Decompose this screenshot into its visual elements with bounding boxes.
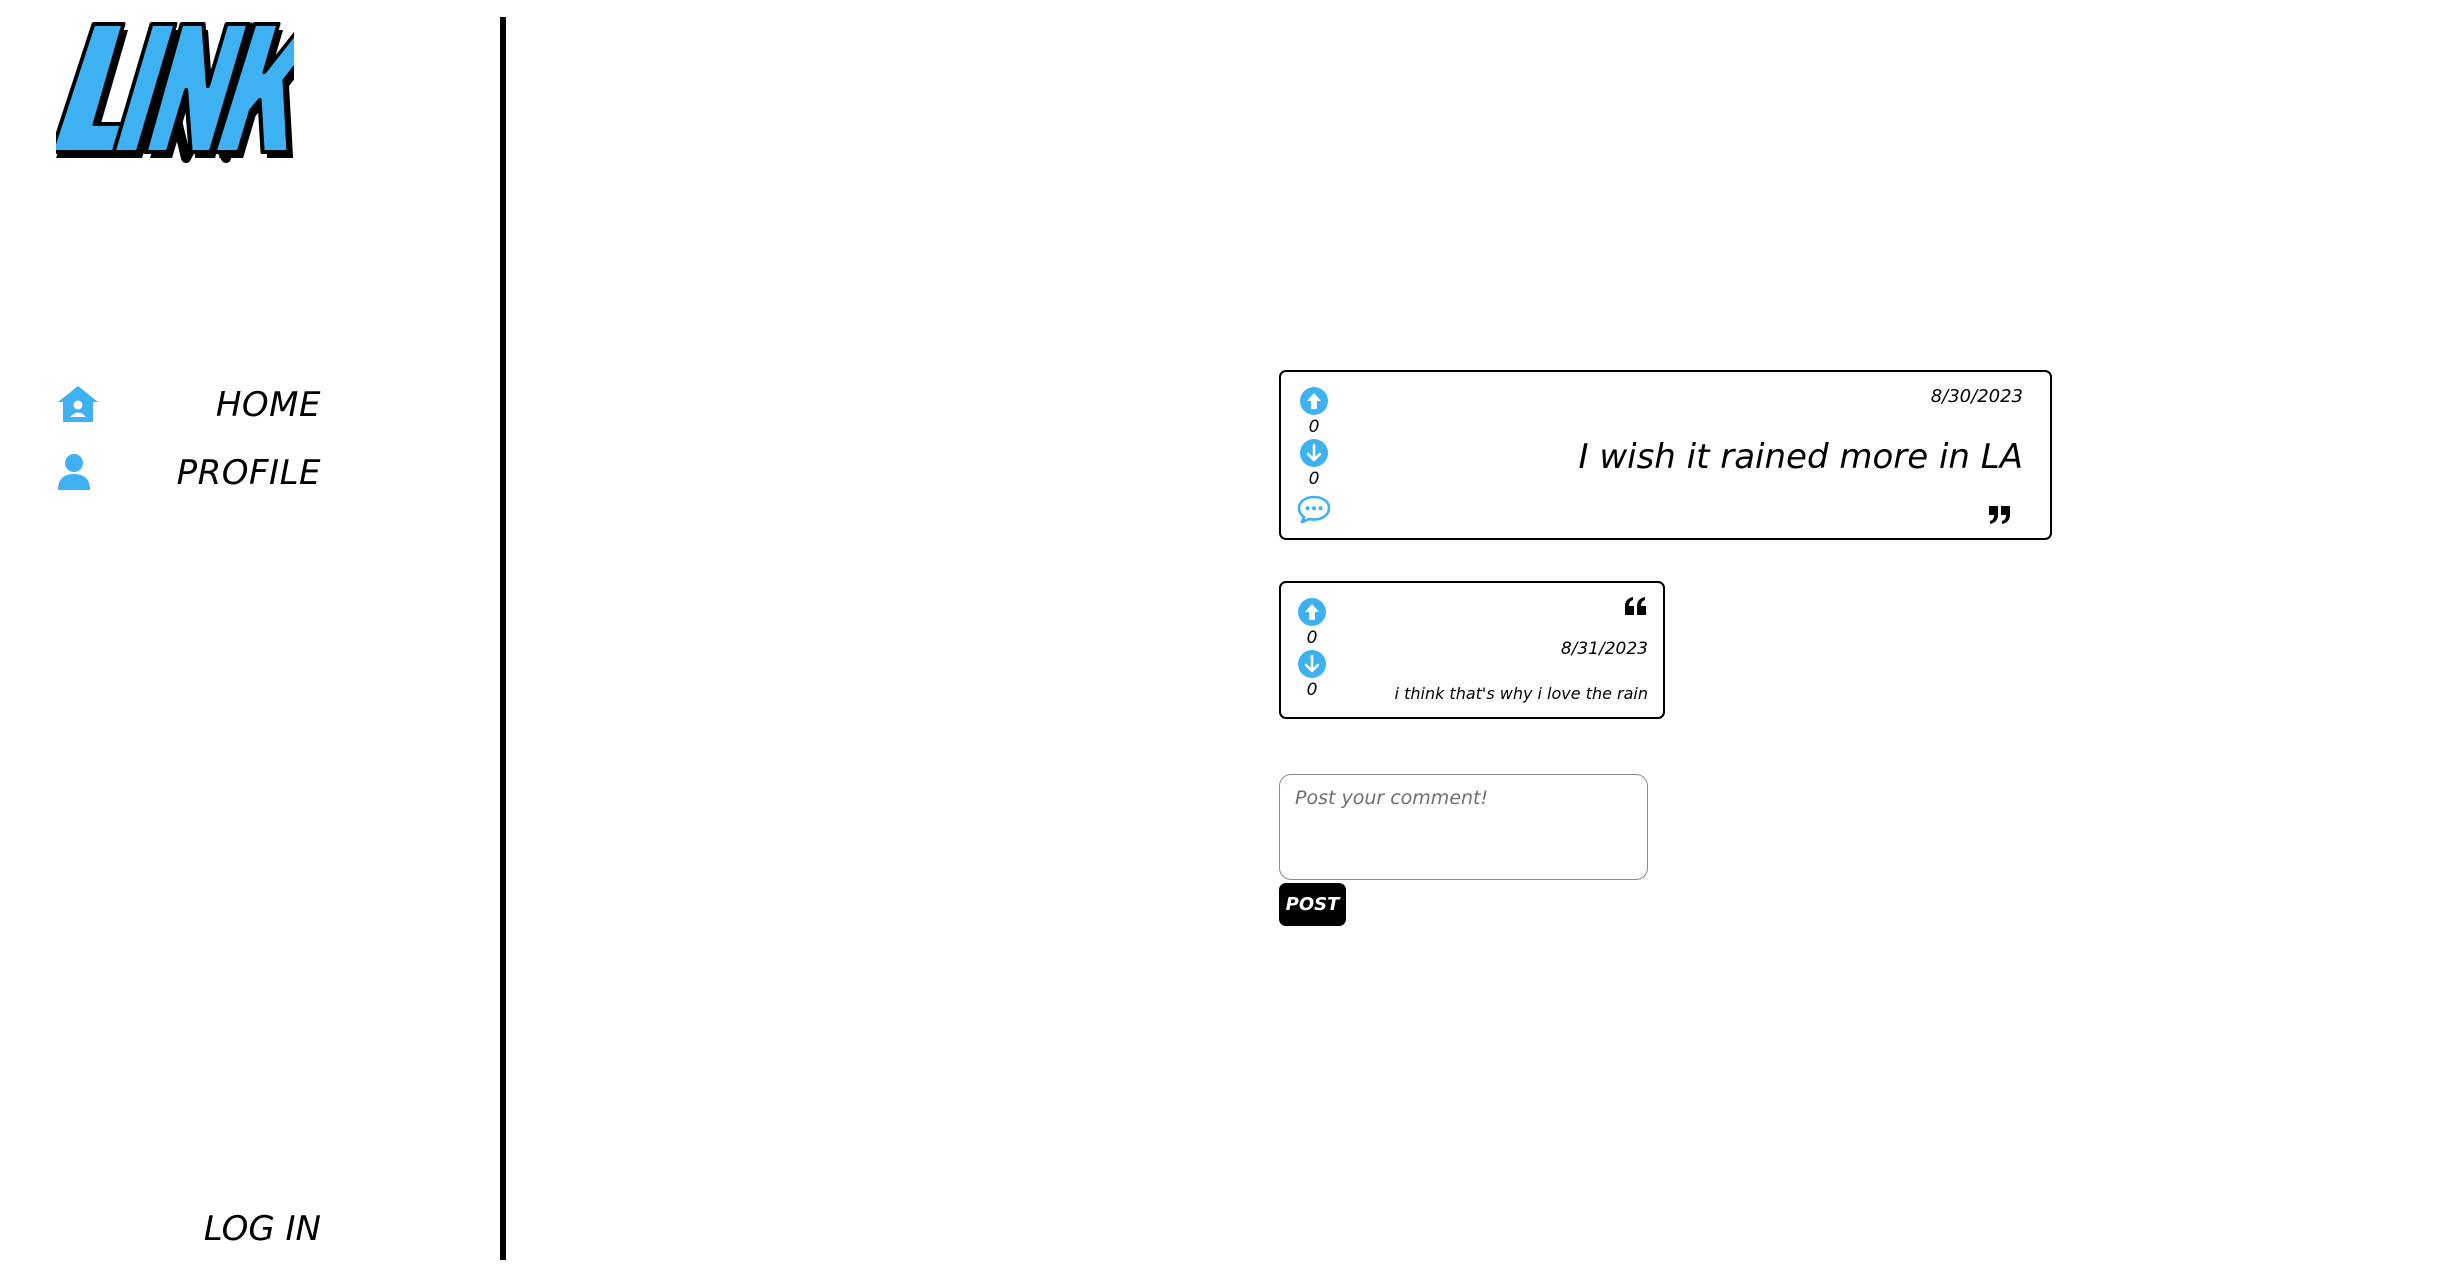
quote-open-icon xyxy=(1625,597,1646,615)
sidebar-item-label: PROFILE xyxy=(176,453,321,493)
reply-date: 8/31/2023 xyxy=(1560,639,1648,659)
upvote-count: 0 xyxy=(1308,417,1320,437)
reply-text: i think that's why i love the rain xyxy=(1394,684,1648,703)
post-card: 0 0 8/30/2023 I wish it rained more in L… xyxy=(1279,370,2052,540)
post-date: 8/30/2023 xyxy=(1930,386,2023,407)
vote-column: 0 0 xyxy=(1295,597,1329,701)
downvote-count: 0 xyxy=(1308,469,1320,489)
login-label: LOG IN xyxy=(203,1209,321,1249)
reply-card: 0 0 8/31/2023 i think that's why i love … xyxy=(1279,581,1665,719)
post-comment-button[interactable]: POST xyxy=(1279,883,1346,926)
user-icon xyxy=(58,454,90,490)
downvote-icon[interactable] xyxy=(1297,649,1327,679)
sidebar-item-profile[interactable]: PROFILE xyxy=(56,448,321,498)
post-text: I wish it rained more in LA xyxy=(1578,437,2024,477)
quote-close-icon xyxy=(1989,506,2010,524)
downvote-count: 0 xyxy=(1306,680,1318,700)
comment-input[interactable] xyxy=(1279,774,1648,880)
logo[interactable] xyxy=(56,22,294,164)
sidebar-divider xyxy=(500,17,506,1260)
login-link[interactable]: LOG IN xyxy=(150,1204,321,1254)
sidebar: HOME PROFILE LOG IN xyxy=(0,0,500,1265)
vote-column: 0 0 xyxy=(1297,386,1331,524)
app-root: HOME PROFILE LOG IN 0 0 8/30/2023 I wish… xyxy=(0,0,2450,1265)
sidebar-item-label: HOME xyxy=(215,385,321,425)
upvote-count: 0 xyxy=(1306,628,1318,648)
comment-icon[interactable] xyxy=(1297,494,1331,524)
downvote-icon[interactable] xyxy=(1299,438,1329,468)
upvote-icon[interactable] xyxy=(1297,597,1327,627)
sidebar-item-home[interactable]: HOME xyxy=(56,380,321,430)
home-icon xyxy=(58,386,98,422)
upvote-icon[interactable] xyxy=(1299,386,1329,416)
